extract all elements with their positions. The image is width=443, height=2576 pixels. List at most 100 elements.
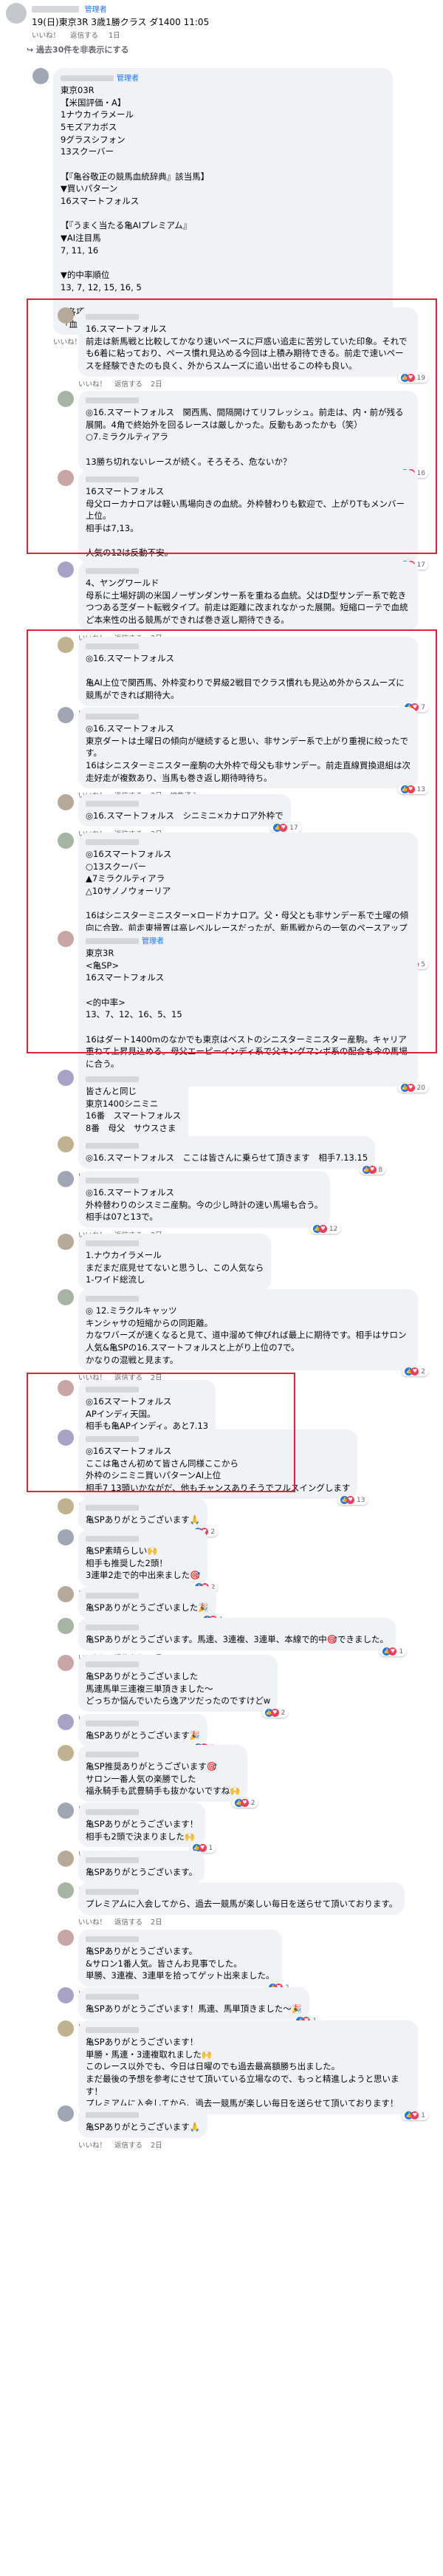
commenter-name[interactable]: [86, 1240, 139, 1246]
commenter-avatar[interactable]: [58, 1136, 74, 1152]
commenter-avatar[interactable]: [58, 1655, 74, 1671]
comment: プレミアムに入会してから、過去一競馬が楽しい毎日を送らせて頂いております。 いいね…: [52, 1882, 443, 1927]
comment-bubble: 亀SPありがとうございます！ 単勝・馬連・3連複取れました🙌 このレース以外でも…: [78, 2020, 428, 2121]
commenter-name[interactable]: [86, 1720, 139, 1726]
commenter-name[interactable]: [86, 1856, 139, 1863]
reply-link[interactable]: 返信する: [114, 1919, 142, 1927]
comment-text: 亀SPありがとうございます。: [86, 1867, 198, 1877]
commenter-name[interactable]: [86, 1295, 139, 1302]
like-link[interactable]: いいね！: [78, 380, 106, 389]
commenter-avatar[interactable]: [58, 794, 74, 810]
post-author-avatar[interactable]: [6, 3, 27, 24]
commenter-name[interactable]: [86, 838, 139, 845]
like-link[interactable]: いいね！: [78, 2142, 106, 2150]
commenter-avatar[interactable]: [58, 1745, 74, 1761]
commenter-name[interactable]: [86, 476, 139, 482]
commenter-avatar[interactable]: [58, 637, 74, 653]
reaction-count[interactable]: 👍♥ 13: [397, 785, 428, 795]
commenter-avatar[interactable]: [58, 1618, 74, 1634]
commenter-name[interactable]: [86, 313, 139, 320]
comment-bubble: ◎16.スマートフォルス 東京ダートは土曜日の傾向が継続すると思い、非サンデー系…: [78, 707, 428, 795]
post-author-name[interactable]: [32, 6, 79, 13]
commenter-avatar[interactable]: [58, 1070, 74, 1086]
comment-bubble: 亀SPありがとうございます。: [78, 1851, 205, 1883]
commenter-avatar[interactable]: [58, 1529, 74, 1545]
hide-previous-label[interactable]: 過去30件を非表示にする: [36, 45, 128, 55]
reaction-count[interactable]: 👍♥ 2: [402, 1367, 428, 1377]
commenter-name[interactable]: [86, 1808, 139, 1815]
comment-bubble: ◎16.スマートフォルス 亀AI上位で関西馬、外枠変わりで昇級2戦目でクラス慣れ…: [78, 637, 428, 712]
commenter-name[interactable]: [86, 1435, 139, 1442]
commenter-avatar[interactable]: [58, 931, 74, 947]
commenter-name[interactable]: [86, 567, 139, 574]
timestamp[interactable]: 2日: [151, 380, 162, 389]
like-link[interactable]: いいね！: [78, 1919, 106, 1927]
commenter-avatar[interactable]: [58, 707, 74, 723]
commenter-avatar[interactable]: [58, 1429, 74, 1446]
commenter-name[interactable]: [86, 713, 139, 720]
commenter-name[interactable]: [86, 1993, 139, 2000]
commenter-avatar[interactable]: [58, 1171, 74, 1187]
commenter-avatar[interactable]: [58, 2105, 74, 2122]
commenter-avatar[interactable]: [58, 1714, 74, 1730]
reaction-count[interactable]: 👍♥ 19: [397, 372, 428, 383]
commenter-avatar[interactable]: [58, 833, 74, 849]
commenter-name[interactable]: [86, 2026, 139, 2033]
commenter-name[interactable]: [86, 1177, 139, 1183]
commenter-name[interactable]: [86, 1076, 139, 1082]
timestamp[interactable]: 2日: [151, 2142, 162, 2150]
commenter-avatar[interactable]: [58, 1586, 74, 1602]
comment-bubble: ◎16スマートフォルス APインディ天国。 相手も亀APインディ。あと7.13👍…: [78, 1380, 227, 1444]
reply-link[interactable]: 返信する: [114, 380, 142, 389]
commenter-name[interactable]: [86, 1661, 139, 1667]
comment-bubble: 亀SPありがとうございます🎉👍♥ 1: [78, 1714, 219, 1752]
commenter-name[interactable]: [86, 937, 139, 944]
reaction-count[interactable]: 👍♥ 17: [270, 822, 301, 833]
comment-actions: いいね！ 返信する 2日: [78, 2139, 418, 2150]
commenter-avatar[interactable]: [58, 561, 74, 578]
commenter-name[interactable]: [86, 1386, 139, 1393]
commenter-name[interactable]: [86, 1504, 139, 1511]
commenter-avatar[interactable]: [58, 1987, 74, 2003]
commenter-name[interactable]: [86, 800, 139, 807]
commenter-avatar[interactable]: [58, 1930, 74, 1946]
comment: ◎16.スマートフォルス 亀AI上位で関西馬、外枠変わりで昇級2戦目でクラス慣れ…: [52, 637, 443, 718]
commenter-avatar[interactable]: [58, 1234, 74, 1250]
commenter-avatar[interactable]: [58, 1803, 74, 1819]
timestamp[interactable]: 2日: [151, 1919, 162, 1927]
commenter-avatar[interactable]: [58, 1882, 74, 1899]
commenter-avatar[interactable]: [58, 391, 74, 407]
comment-bubble: 亀SPありがとうございました 馬連馬単三連複三単頂きました～ どっちか悩んでいた…: [78, 1655, 289, 1718]
commenter-name[interactable]: [86, 1888, 139, 1895]
commenter-name[interactable]: [86, 1624, 139, 1630]
hide-previous-link[interactable]: ↪ 過去30件を非表示にする: [27, 44, 443, 55]
commenter-name[interactable]: [86, 2111, 139, 2118]
commenter-name[interactable]: [86, 1592, 139, 1599]
reply-link[interactable]: 返信する: [70, 32, 98, 40]
commenter-name[interactable]: [86, 1142, 139, 1149]
commenter-avatar[interactable]: [58, 1380, 74, 1396]
comment-bubble: ◎16.スマートフォルス 関西馬、間隔開けてリフレッシュ。前走は、内・前が残る展…: [78, 391, 428, 479]
like-link[interactable]: いいね！: [32, 32, 60, 40]
commenter-name[interactable]: [86, 1936, 139, 1942]
commenter-avatar[interactable]: [58, 1851, 74, 1867]
commenter-avatar[interactable]: [58, 470, 74, 486]
commenter-avatar[interactable]: [58, 1498, 74, 1514]
commenter-avatar[interactable]: [58, 1289, 74, 1305]
commenter-name[interactable]: [86, 1535, 139, 1542]
commenter-name[interactable]: [86, 643, 139, 649]
commenter-avatar[interactable]: [58, 2020, 74, 2037]
comment-text: 1.ナウカイラメール まだまだ底見せてないと思うし、この人気なら 1-ワイド総流…: [86, 1250, 264, 1285]
commenter-name[interactable]: [86, 397, 139, 403]
commenter-avatar[interactable]: [58, 307, 74, 324]
commenter-name[interactable]: [86, 1751, 139, 1757]
commenter-avatar[interactable]: [32, 68, 49, 84]
comment-text: ◎16.スマートフォルス 東京ダートは土曜日の傾向が継続すると思い、非サンデー系…: [86, 723, 411, 783]
comment-text: 亀SPありがとうございます🎉: [86, 1730, 201, 1740]
timestamp[interactable]: 1日: [109, 32, 120, 40]
reply-link[interactable]: 返信する: [114, 2142, 142, 2150]
comment-actions: いいね！ 返信する 2日: [78, 378, 418, 389]
reaction-count[interactable]: 👍♥ 12: [309, 1224, 341, 1234]
commenter-name[interactable]: [61, 75, 114, 81]
comment-bubble: 16スマートフォルス 母父ローカナロアは軽い馬場向きの血統。外枠替わりも歓迎で、…: [78, 470, 428, 570]
